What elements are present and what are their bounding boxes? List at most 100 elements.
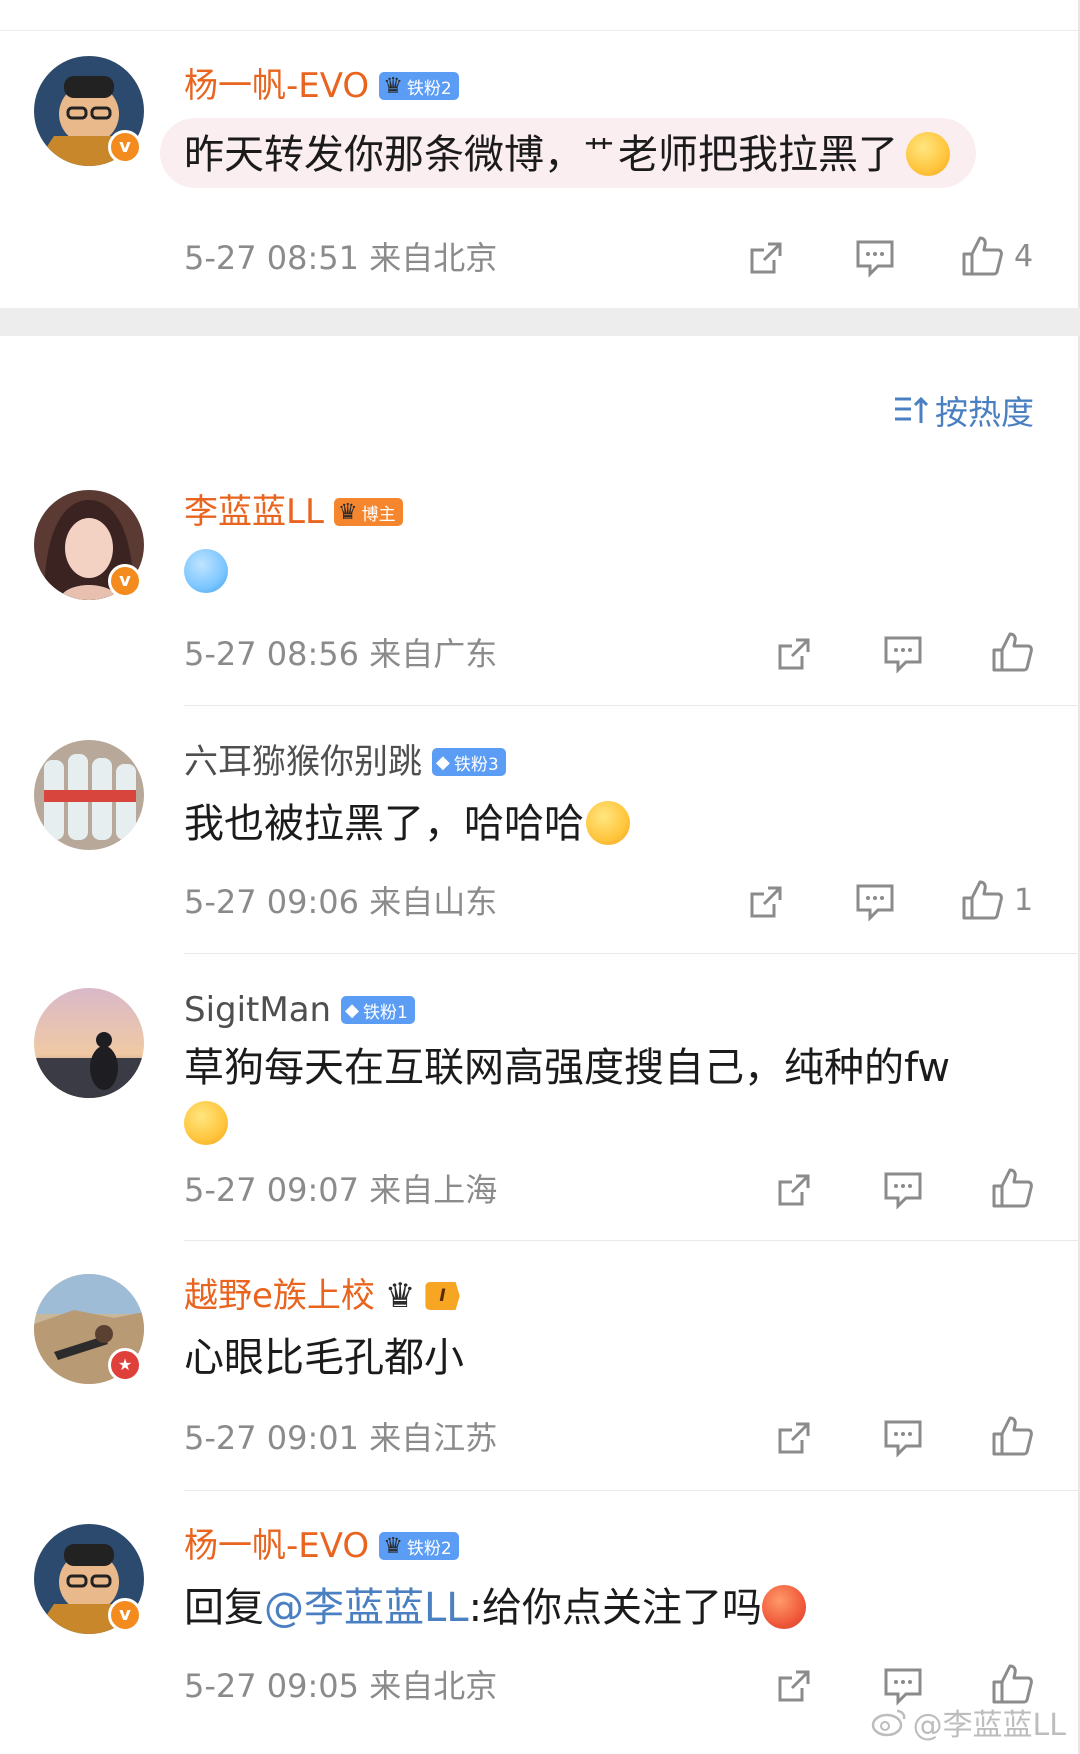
share-icon (750, 886, 782, 918)
author-badge: ♛ 博主 (333, 498, 403, 526)
comment-text: 我也被拉黑了，哈哈哈 (184, 796, 630, 852)
thinking-emoji-icon (586, 801, 630, 845)
weibo-logo-icon (871, 1709, 905, 1737)
username[interactable]: 六耳猕猴你别跳 (184, 740, 422, 784)
fan-badge-label: 铁粉1 (362, 1002, 408, 1023)
share-button[interactable] (774, 1168, 814, 1212)
comment-text-part1: 昨天转发你那条微博， (184, 132, 584, 178)
crown-icon: ♛ (384, 1276, 416, 1316)
fan-badge-label: 铁粉2 (406, 78, 452, 99)
comment-text: 草狗每天在互联网高强度搜自己，纯种的fw (184, 1040, 1044, 1152)
share-button[interactable] (774, 632, 814, 676)
comment-text: 心眼比毛孔都小 (184, 1330, 464, 1386)
crown-icon: ♛ (337, 499, 358, 525)
level-badge: I (425, 1282, 460, 1310)
fan-badge: ◆ 铁粉1 (341, 996, 415, 1024)
crown-icon: ♛ (383, 1533, 403, 1559)
comment-glyph: 艹 (584, 135, 614, 170)
share-button[interactable] (746, 880, 786, 924)
laughing-crying-emoji-icon (184, 1101, 228, 1145)
comment-meta: 5-27 09:06 来自山东 (184, 883, 498, 921)
comment-meta: 5-27 09:05 来自北京 (184, 1667, 498, 1705)
like-button[interactable] (990, 630, 1034, 674)
share-icon (778, 638, 810, 670)
smirk-emoji-icon (906, 132, 950, 176)
comment-text: 昨天转发你那条微博，艹 老师把我拉黑了 (160, 118, 976, 188)
top-divider (0, 30, 1080, 31)
comment-meta: 5-27 09:07 来自上海 (184, 1171, 498, 1209)
share-icon (778, 1422, 810, 1454)
username[interactable]: 越野e族上校 (184, 1274, 375, 1318)
name-row: 杨一帆-EVO ♛ 铁粉2 (184, 64, 459, 108)
like-button[interactable] (990, 1414, 1034, 1458)
mention-link[interactable]: @李蓝蓝LL (264, 1585, 469, 1631)
fan-badge: ♛ 铁粉2 (379, 1532, 459, 1560)
like-count: 1 (1014, 882, 1034, 918)
comment-text: 回复@李蓝蓝LL:给你点关注了吗 (184, 1580, 807, 1636)
username[interactable]: 杨一帆-EVO (184, 64, 369, 108)
comment-icon (884, 1420, 922, 1458)
watermark-text: @李蓝蓝LL (912, 1708, 1066, 1743)
like-icon (962, 236, 1003, 276)
name-row: 越野e族上校 ♛ I (184, 1274, 460, 1318)
comment-text (184, 544, 228, 600)
share-button[interactable] (774, 1416, 814, 1460)
comment-divider (184, 1490, 1080, 1491)
username[interactable]: SigitMan (184, 988, 331, 1032)
share-icon (778, 1174, 810, 1206)
weibo-watermark: @李蓝蓝LL (871, 1700, 1066, 1744)
comment-divider (184, 1240, 1080, 1241)
diamond-icon: ◆ (436, 751, 450, 773)
comment-button[interactable] (882, 632, 924, 676)
comment-text-part2: 老师把我拉黑了 (618, 132, 898, 178)
avatar[interactable] (34, 988, 144, 1098)
like-button[interactable]: 4 (960, 234, 1033, 278)
comment-button[interactable] (854, 236, 896, 280)
sort-label: 按热度 (935, 393, 1034, 432)
crying-emoji-icon (184, 549, 228, 593)
reply-prefix: 回复 (184, 1585, 264, 1631)
verified-v-icon: v (108, 130, 142, 164)
comment-button[interactable] (882, 1416, 924, 1460)
author-badge-label: 博主 (361, 504, 396, 525)
comment-icon (856, 884, 894, 922)
like-button[interactable] (990, 1166, 1034, 1210)
like-count: 4 (1014, 238, 1034, 274)
fan-badge: ♛ 铁粉2 (379, 72, 459, 100)
comment-icon (884, 636, 922, 674)
sort-icon (895, 396, 929, 423)
like-icon (962, 880, 1003, 920)
username[interactable]: 李蓝蓝LL (184, 490, 324, 534)
like-icon (992, 1168, 1033, 1208)
comment-meta: 5-27 08:56 来自广东 (184, 635, 498, 673)
section-separator (0, 308, 1080, 336)
like-icon (992, 1416, 1033, 1456)
name-row: 李蓝蓝LL ♛ 博主 (184, 490, 403, 534)
comment-text-content: 心眼比毛孔都小 (184, 1335, 464, 1381)
share-icon (750, 242, 782, 274)
sort-by-heat-button[interactable]: 按热度 (893, 388, 1034, 432)
comment-text-content: 草狗每天在互联网高强度搜自己，纯种的fw (184, 1045, 951, 1091)
comment-button[interactable] (854, 880, 896, 924)
name-row: SigitMan ◆ 铁粉1 (184, 988, 415, 1032)
share-icon (778, 1670, 810, 1702)
like-button[interactable]: 1 (960, 878, 1033, 922)
avatar[interactable] (34, 740, 144, 850)
comment-icon (856, 240, 894, 278)
comment-button[interactable] (882, 1168, 924, 1212)
verified-star-icon: ★ (108, 1348, 142, 1382)
comment-meta: 5-27 08:51 来自北京 (184, 239, 498, 277)
share-button[interactable] (746, 236, 786, 280)
like-icon (992, 632, 1033, 672)
share-button[interactable] (774, 1664, 814, 1708)
fan-badge-label: 铁粉2 (406, 1538, 452, 1559)
verified-v-icon: v (108, 564, 142, 598)
diamond-icon: ◆ (345, 999, 359, 1021)
fan-badge-label: 铁粉3 (453, 754, 499, 775)
comment-divider (184, 953, 1080, 954)
comment-text-content: 我也被拉黑了，哈哈哈 (184, 801, 584, 847)
name-row: 杨一帆-EVO ♛ 铁粉2 (184, 1524, 459, 1568)
username[interactable]: 杨一帆-EVO (184, 1524, 369, 1568)
comment-text-content: :给你点关注了吗 (468, 1585, 763, 1631)
angry-emoji-icon (762, 1585, 807, 1629)
